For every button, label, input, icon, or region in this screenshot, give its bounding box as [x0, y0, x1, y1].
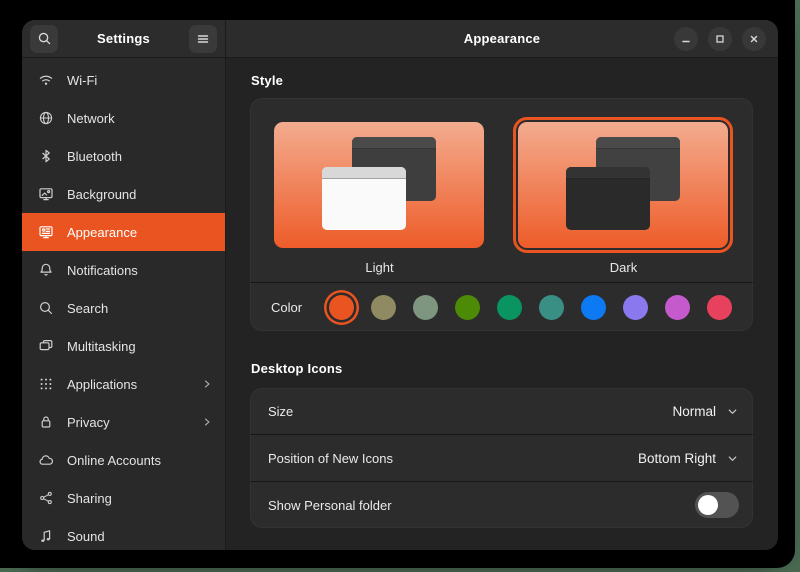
position-value: Bottom Right [638, 451, 716, 466]
app-grid-icon [38, 376, 54, 392]
accent-color-row: Color [250, 283, 753, 331]
share-icon [38, 490, 54, 506]
position-dropdown[interactable]: Bottom Right [638, 451, 739, 466]
sidebar-item-multitasking[interactable]: Multitasking [22, 327, 225, 365]
bell-icon [38, 262, 54, 278]
color-swatch-magenta[interactable] [665, 295, 690, 320]
color-swatch-red[interactable] [707, 295, 732, 320]
sidebar-item-privacy[interactable]: Privacy [22, 403, 225, 441]
sidebar-item-label: Wi-Fi [67, 73, 97, 88]
sidebar-item-bluetooth[interactable]: Bluetooth [22, 137, 225, 175]
dark-style-preview[interactable] [518, 122, 728, 248]
wifi-icon [38, 72, 54, 88]
chevron-down-icon [726, 405, 739, 418]
hamburger-menu-icon [196, 32, 210, 46]
multitasking-windows-icon [38, 338, 54, 354]
sidebar-item-sharing[interactable]: Sharing [22, 479, 225, 517]
preview-front-window [322, 167, 406, 230]
color-swatch-viridian[interactable] [497, 295, 522, 320]
sidebar-item-notifications[interactable]: Notifications [22, 251, 225, 289]
light-style-preview[interactable] [274, 122, 484, 248]
show-personal-folder-label: Show Personal folder [268, 498, 392, 513]
toggle-knob [698, 495, 718, 515]
sidebar-item-network[interactable]: Network [22, 99, 225, 137]
dark-label: Dark [513, 253, 734, 282]
minimize-button[interactable] [674, 27, 698, 51]
sidebar: Wi-Fi Network Bluetooth [22, 58, 226, 550]
sidebar-item-label: Applications [67, 377, 137, 392]
menu-button[interactable] [189, 25, 217, 53]
color-swatch-blue[interactable] [581, 295, 606, 320]
minimize-icon [680, 33, 692, 45]
sidebar-item-background[interactable]: Background [22, 175, 225, 213]
close-icon [748, 33, 760, 45]
show-personal-folder-row[interactable]: Show Personal folder [250, 481, 753, 528]
sidebar-item-label: Sharing [67, 491, 112, 506]
close-button[interactable] [742, 27, 766, 51]
color-swatch-prussian[interactable] [539, 295, 564, 320]
color-swatch-purple[interactable] [623, 295, 648, 320]
sidebar-item-search[interactable]: Search [22, 289, 225, 327]
maximize-button[interactable] [708, 27, 732, 51]
sidebar-item-label: Notifications [67, 263, 138, 278]
sidebar-item-online-accounts[interactable]: Online Accounts [22, 441, 225, 479]
chevron-right-icon [201, 378, 213, 390]
chevron-right-icon [201, 416, 213, 428]
lock-icon [38, 414, 54, 430]
search-button[interactable] [30, 25, 58, 53]
size-label: Size [268, 404, 293, 419]
light-label: Light [269, 253, 490, 282]
sidebar-item-label: Search [67, 301, 108, 316]
appearance-panel: Style Light [226, 58, 778, 550]
main-headerbar: Appearance [226, 20, 778, 58]
color-swatch-olive[interactable] [455, 295, 480, 320]
search-icon [38, 300, 54, 316]
sidebar-item-label: Network [67, 111, 115, 126]
style-previews: Light Dark [250, 98, 753, 282]
color-swatch-bark[interactable] [371, 295, 396, 320]
style-section-heading: Style [251, 73, 753, 88]
preview-front-window [566, 167, 650, 230]
show-personal-folder-toggle[interactable] [695, 492, 739, 518]
sidebar-item-wifi[interactable]: Wi-Fi [22, 61, 225, 99]
style-option-dark[interactable]: Dark [513, 117, 734, 282]
sidebar-headerbar: Settings [22, 20, 226, 58]
accent-color-swatches [329, 295, 732, 320]
color-row-label: Color [271, 300, 302, 315]
maximize-icon [714, 33, 726, 45]
position-row[interactable]: Position of New Icons Bottom Right [250, 434, 753, 481]
size-row[interactable]: Size Normal [250, 388, 753, 434]
position-label: Position of New Icons [268, 451, 393, 466]
settings-window: Settings Appearance [22, 20, 778, 550]
color-swatch-orange[interactable] [329, 295, 354, 320]
music-note-icon [38, 528, 54, 544]
style-card: Light Dark Color [250, 98, 753, 331]
color-swatch-sage[interactable] [413, 295, 438, 320]
desktop-icons-heading: Desktop Icons [251, 361, 753, 376]
size-dropdown[interactable]: Normal [672, 404, 739, 419]
sidebar-item-label: Appearance [67, 225, 137, 240]
sidebar-item-label: Bluetooth [67, 149, 122, 164]
globe-icon [38, 110, 54, 126]
background-monitor-icon [38, 186, 54, 202]
desktop-icons-card: Size Normal Position of New Icons Bottom… [250, 388, 753, 528]
sidebar-item-label: Privacy [67, 415, 110, 430]
chevron-down-icon [726, 452, 739, 465]
bluetooth-icon [38, 148, 54, 164]
appearance-monitor-icon [38, 224, 54, 240]
sidebar-item-appearance[interactable]: Appearance [22, 213, 225, 251]
sidebar-item-label: Background [67, 187, 136, 202]
cloud-icon [38, 452, 54, 468]
sidebar-item-label: Multitasking [67, 339, 136, 354]
sidebar-item-label: Online Accounts [67, 453, 161, 468]
sidebar-item-applications[interactable]: Applications [22, 365, 225, 403]
size-value: Normal [672, 404, 716, 419]
sidebar-item-label: Sound [67, 529, 105, 544]
style-option-light[interactable]: Light [269, 117, 490, 282]
search-icon [37, 31, 52, 46]
sidebar-item-sound[interactable]: Sound [22, 517, 225, 550]
